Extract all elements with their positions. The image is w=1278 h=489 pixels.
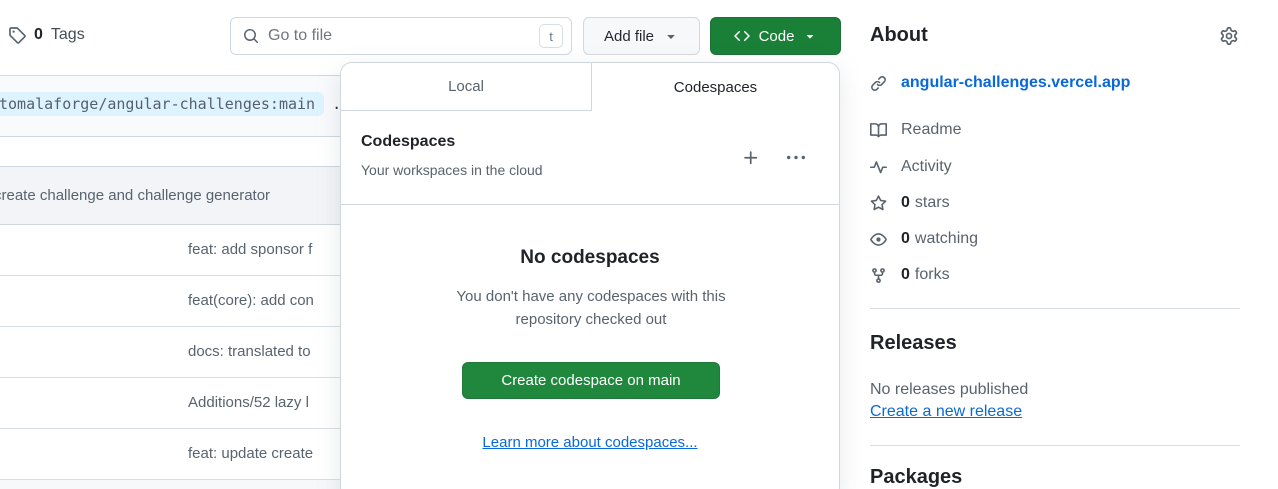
codespaces-panel-title: Codespaces <box>361 133 455 151</box>
sidebar-divider <box>870 445 1240 446</box>
commit-message-link[interactable]: docs: translated to <box>188 327 311 377</box>
website-link[interactable]: angular-challenges.vercel.app <box>901 74 1130 92</box>
releases-empty-text: No releases published <box>870 381 1028 399</box>
packages-heading: Packages <box>870 466 962 489</box>
branch-ref-snippet: tomalaforge/angular-challenges:main . <box>0 92 341 116</box>
search-input[interactable] <box>268 27 530 45</box>
code-dropdown-panel: Local Codespaces Codespaces Your workspa… <box>340 62 840 489</box>
add-file-button[interactable]: Add file <box>583 17 700 55</box>
website-row: angular-challenges.vercel.app <box>870 74 1130 92</box>
stars-link[interactable]: 0 stars <box>870 194 950 212</box>
readme-link[interactable]: Readme <box>870 121 961 139</box>
go-to-file-search[interactable]: t <box>230 17 572 55</box>
commit-message-link[interactable]: Additions/52 lazy l <box>188 378 309 428</box>
fork-icon <box>870 267 887 284</box>
code-icon <box>734 28 750 44</box>
branch-ref-link[interactable]: tomalaforge/angular-challenges:main <box>0 92 324 116</box>
create-release-link[interactable]: Create a new release <box>870 403 1022 421</box>
commit-message-link[interactable]: feat: update create <box>188 429 313 479</box>
tab-local[interactable]: Local <box>341 63 592 111</box>
repo-sidebar: About angular-challenges.vercel.app Read… <box>870 0 1240 489</box>
about-heading: About <box>870 24 928 47</box>
plus-icon <box>742 149 760 167</box>
eye-icon <box>870 231 887 248</box>
panel-divider <box>341 204 839 205</box>
search-icon <box>243 28 259 44</box>
watching-label: watching <box>915 230 978 248</box>
sidebar-divider <box>870 308 1240 309</box>
forks-label: forks <box>915 266 950 284</box>
watching-link[interactable]: 0 watching <box>870 230 978 248</box>
commit-message-link[interactable]: feat: add sponsor f <box>188 225 312 275</box>
readme-label: Readme <box>901 121 961 139</box>
pulse-icon <box>870 159 887 176</box>
commit-message-link[interactable]: feat(core): add con <box>188 276 314 326</box>
triangle-down-icon <box>663 28 679 44</box>
tag-icon <box>8 26 26 44</box>
link-icon <box>870 75 887 92</box>
forks-link[interactable]: 0 forks <box>870 266 950 284</box>
create-codespace-button[interactable]: Create codespace on main <box>462 362 720 399</box>
no-codespaces-description: You don't have any codespaces with this … <box>436 285 746 332</box>
stars-count: 0 <box>901 194 910 212</box>
activity-label: Activity <box>901 158 952 176</box>
code-button-label: Code <box>759 28 795 45</box>
edit-repo-settings-button[interactable] <box>1220 27 1238 45</box>
kebab-horizontal-icon <box>787 149 805 167</box>
keyboard-shortcut-badge: t <box>539 24 563 48</box>
code-button[interactable]: Code <box>710 17 841 55</box>
watching-count: 0 <box>901 230 910 248</box>
activity-link[interactable]: Activity <box>870 158 952 176</box>
code-dropdown-tabs: Local Codespaces <box>341 63 839 111</box>
forks-count: 0 <box>901 266 910 284</box>
book-icon <box>870 122 887 139</box>
github-repo-page: 0 Tags t Add file Code tomalaforge/angul… <box>0 0 1278 489</box>
tab-codespaces[interactable]: Codespaces <box>592 63 839 111</box>
learn-more-link[interactable]: Learn more about codespaces... <box>482 434 697 451</box>
codespaces-more-options-button[interactable] <box>785 147 807 169</box>
new-codespace-button[interactable] <box>740 147 762 169</box>
codespaces-panel-subtitle: Your workspaces in the cloud <box>361 162 543 178</box>
tags-count: 0 <box>34 26 43 44</box>
star-icon <box>870 195 887 212</box>
releases-heading: Releases <box>870 332 957 355</box>
tags-label: Tags <box>51 26 85 44</box>
triangle-down-icon <box>803 29 817 43</box>
no-codespaces-title: No codespaces <box>341 247 839 269</box>
learn-more-row: Learn more about codespaces... <box>341 434 839 451</box>
gear-icon <box>1220 27 1238 45</box>
latest-commit-message[interactable]: create challenge and challenge generator <box>0 167 270 224</box>
add-file-label: Add file <box>604 28 654 45</box>
tags-link[interactable]: 0 Tags <box>8 26 85 44</box>
stars-label: stars <box>915 194 950 212</box>
